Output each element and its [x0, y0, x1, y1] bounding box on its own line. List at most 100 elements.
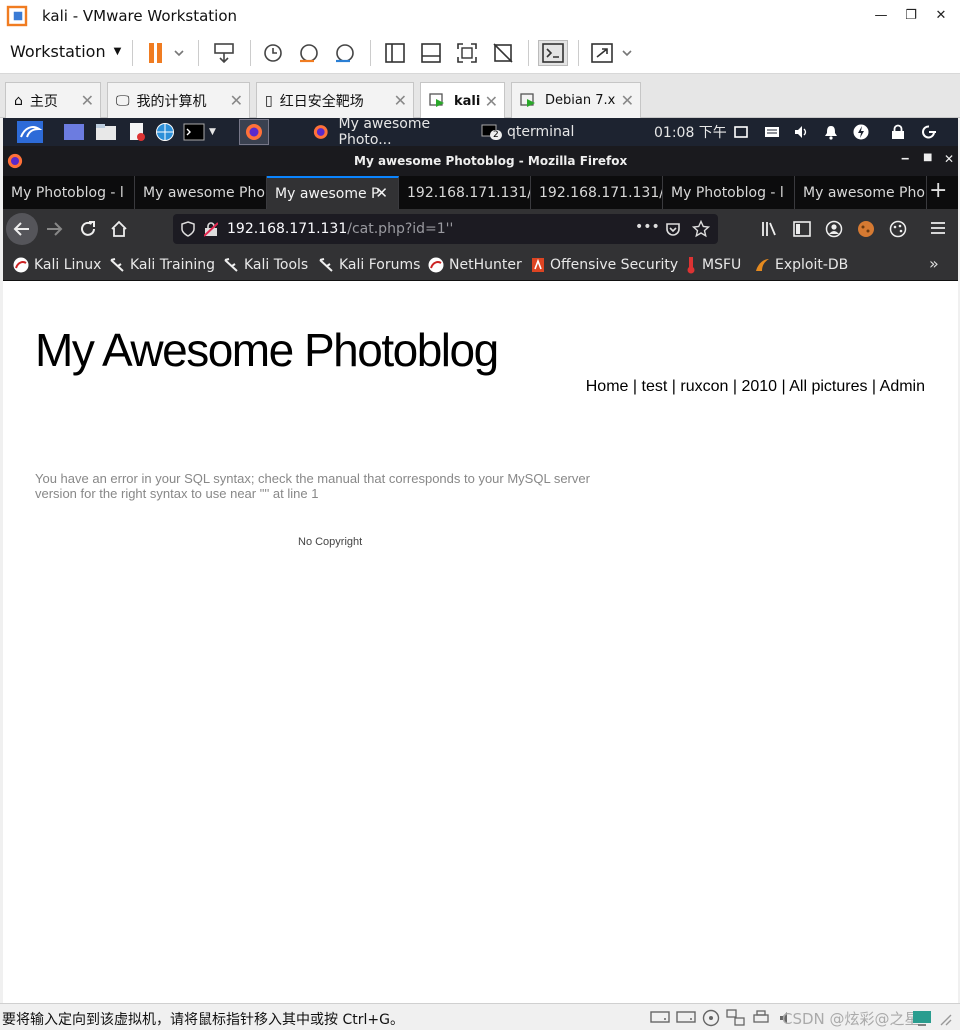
reload-button[interactable]: [79, 220, 97, 238]
forward-button[interactable]: [45, 221, 63, 237]
pocket-icon[interactable]: [665, 221, 681, 237]
logout-icon[interactable]: [921, 122, 937, 142]
nav-test-link[interactable]: test: [642, 378, 668, 395]
nav-admin-link[interactable]: Admin: [880, 378, 925, 395]
close-icon[interactable]: ✕: [230, 91, 243, 110]
new-tab-button[interactable]: +: [929, 178, 947, 203]
kali-menu-button[interactable]: [17, 121, 43, 143]
browser-tab[interactable]: 192.168.171.131/: [399, 176, 531, 209]
stretch-guest-button[interactable]: [588, 40, 636, 66]
bookmark-exploit-db[interactable]: Exploit-DB: [754, 255, 848, 275]
cd-rom-icon[interactable]: [702, 1009, 720, 1027]
home-button[interactable]: [110, 220, 128, 238]
nav-home-link[interactable]: Home: [586, 378, 629, 395]
browser-tab[interactable]: 192.168.171.131/: [531, 176, 663, 209]
extension-palette-icon[interactable]: [889, 220, 907, 238]
power-manager-icon[interactable]: [853, 122, 869, 142]
text-editor-button[interactable]: [127, 122, 147, 142]
tab-hongri-lab[interactable]: ▯ 红日安全靶场 ✕: [256, 82, 414, 118]
url-bar[interactable]: 192.168.171.131/cat.php?id=1'' •••: [173, 214, 718, 244]
console-view-button[interactable]: [538, 40, 568, 66]
minimize-button[interactable]: —: [866, 0, 896, 31]
hard-disk-icon[interactable]: [676, 1009, 696, 1025]
library-icon[interactable]: [761, 221, 779, 237]
browser-tab[interactable]: My awesome Pho: [795, 176, 927, 209]
bookmark-offensive-security[interactable]: Offensive Security: [531, 255, 678, 275]
terminal-launcher-button[interactable]: ▼: [183, 122, 216, 142]
nav-separator: |: [871, 378, 877, 395]
browser-tab-active[interactable]: My awesome P ✕: [267, 176, 399, 209]
web-browser-button[interactable]: [155, 122, 175, 142]
browser-tab[interactable]: My awesome Pho: [135, 176, 267, 209]
snapshot-manager-button[interactable]: [330, 40, 360, 66]
terminal-icon: [183, 123, 205, 141]
extension-cookie-icon[interactable]: [857, 220, 875, 238]
show-library-button[interactable]: [380, 40, 410, 66]
bookmark-kali-forums[interactable]: Kali Forums: [318, 255, 420, 275]
clock[interactable]: 01:08 下午: [654, 122, 727, 142]
back-button[interactable]: [6, 213, 38, 245]
bookmark-kali-training[interactable]: Kali Training: [109, 255, 215, 275]
browser-tab[interactable]: My Photoblog - l: [3, 176, 135, 209]
hamburger-menu-icon[interactable]: [930, 221, 946, 235]
chevron-down-icon: ▼: [209, 127, 216, 137]
sidebar-icon[interactable]: [793, 221, 811, 237]
taskbar-firefox-label: My awesome Photo...: [338, 116, 431, 148]
fullscreen-button[interactable]: [452, 40, 482, 66]
notifications-bell-icon[interactable]: [824, 122, 838, 142]
close-icon[interactable]: ✕: [394, 91, 407, 110]
send-ctrl-alt-del-button[interactable]: [208, 40, 240, 66]
thumbnail-bar-button[interactable]: [416, 40, 446, 66]
chevron-down-icon: ▼: [113, 46, 122, 57]
bookmark-kali-linux[interactable]: Kali Linux: [13, 255, 101, 275]
nav-ruxcon-link[interactable]: ruxcon: [680, 378, 728, 395]
revert-snapshot-button[interactable]: [294, 40, 324, 66]
maximize-button[interactable]: ❐: [896, 0, 926, 31]
display-icon[interactable]: [912, 1009, 932, 1027]
tab-my-computer[interactable]: 🖵 我的计算机 ✕: [107, 82, 250, 118]
close-button[interactable]: ✕: [944, 152, 954, 166]
taskbar-firefox[interactable]: My awesome Photo...: [313, 116, 483, 148]
bookmark-nethunter[interactable]: NetHunter: [428, 255, 522, 275]
close-tab-icon[interactable]: ✕: [375, 184, 388, 202]
taskbar-terminal[interactable]: 2 qterminal: [481, 122, 574, 142]
pause-vm-button[interactable]: [144, 40, 188, 66]
account-icon[interactable]: [825, 220, 843, 238]
snapshot-button[interactable]: [258, 40, 288, 66]
network-adapter-icon[interactable]: [726, 1009, 746, 1027]
offsec-icon: [532, 258, 544, 272]
browser-tab[interactable]: My Photoblog - l: [663, 176, 795, 209]
bookmarks-overflow-button[interactable]: »: [929, 254, 939, 273]
tab-kali[interactable]: kali ✕: [420, 82, 505, 119]
bookmark-star-icon[interactable]: [692, 220, 710, 238]
display-icon[interactable]: [734, 122, 748, 142]
terminal-count-badge: 2: [490, 130, 502, 140]
nav-all-pictures-link[interactable]: All pictures: [789, 378, 867, 395]
workstation-menu[interactable]: Workstation ▼: [10, 42, 121, 61]
file-manager-button[interactable]: [95, 122, 117, 142]
show-desktop-button[interactable]: [63, 122, 85, 142]
hard-disk-icon[interactable]: [650, 1009, 670, 1025]
kali-icon: [13, 257, 29, 273]
tab-home[interactable]: ⌂ 主页 ✕: [5, 82, 101, 118]
maximize-button[interactable]: ■: [923, 152, 932, 163]
tab-debian[interactable]: Debian 7.x ✕: [511, 82, 641, 118]
close-icon[interactable]: ✕: [621, 91, 634, 110]
volume-icon[interactable]: [794, 122, 810, 142]
workspace-1-button[interactable]: [239, 119, 269, 145]
close-button[interactable]: ✕: [926, 0, 956, 31]
close-icon[interactable]: ✕: [485, 92, 498, 111]
unity-button[interactable]: [488, 40, 518, 66]
footer-text: No Copyright: [298, 536, 363, 548]
bookmark-msfu[interactable]: MSFU: [685, 255, 741, 275]
printer-icon[interactable]: [752, 1009, 770, 1027]
tab-label: My awesome Pho: [143, 184, 265, 201]
page-actions-menu-icon[interactable]: •••: [635, 219, 660, 235]
close-icon[interactable]: ✕: [81, 91, 94, 110]
minimize-button[interactable]: ‒: [901, 151, 909, 165]
nav-2010-link[interactable]: 2010: [741, 378, 777, 395]
lock-screen-icon[interactable]: [891, 122, 905, 142]
keyboard-icon[interactable]: [764, 122, 780, 142]
bookmark-kali-tools[interactable]: Kali Tools: [223, 255, 308, 275]
resize-grip-icon[interactable]: [938, 1012, 952, 1026]
